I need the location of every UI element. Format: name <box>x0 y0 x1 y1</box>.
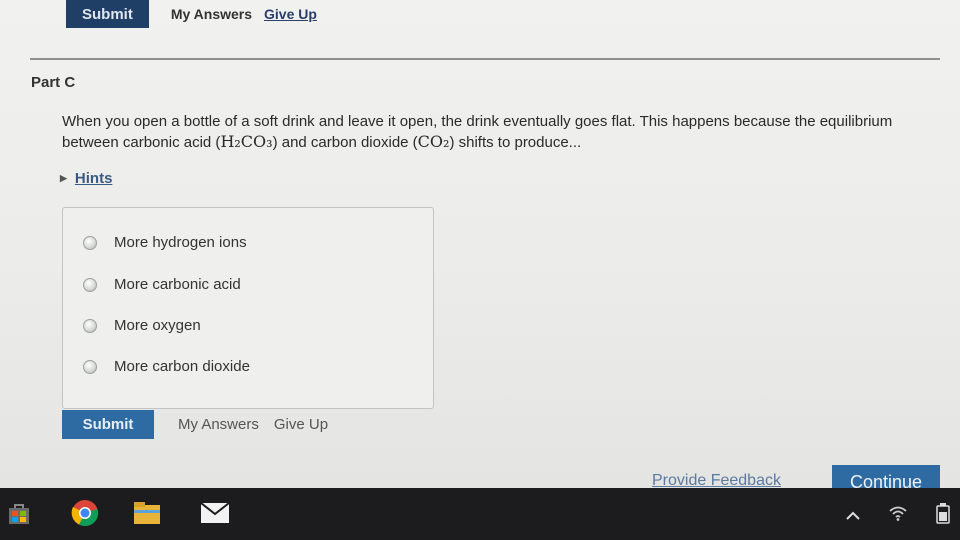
give-up-link[interactable]: Give Up <box>274 416 328 433</box>
formula-carbon-dioxide: CO₂ <box>417 132 450 151</box>
store-icon[interactable] <box>4 498 34 528</box>
chrome-icon[interactable] <box>70 498 100 528</box>
option-label: More carbon dioxide <box>114 358 250 375</box>
submit-button-top[interactable]: Submit <box>66 0 149 28</box>
option-label: More carbonic acid <box>114 276 241 293</box>
section-divider <box>30 58 940 60</box>
chevron-up-icon[interactable] <box>846 507 860 523</box>
option-carbon-dioxide[interactable]: More carbon dioxide <box>83 358 250 375</box>
my-answers-link-top[interactable]: My Answers <box>171 6 252 22</box>
wifi-icon[interactable] <box>888 505 908 524</box>
bottom-action-bar: Submit My Answers Give Up <box>62 410 343 439</box>
part-title: Part C <box>31 74 76 91</box>
system-tray <box>846 502 950 527</box>
answer-options: More hydrogen ions More carbonic acid Mo… <box>62 207 434 409</box>
hints-label: Hints <box>74 170 113 187</box>
page: Submit My Answers Give Up Part C When yo… <box>0 0 960 499</box>
mail-icon[interactable] <box>200 498 230 528</box>
option-label: More hydrogen ions <box>114 234 247 251</box>
question-text: When you open a bottle of a soft drink a… <box>62 112 942 153</box>
option-carbonic-acid[interactable]: More carbonic acid <box>83 276 241 293</box>
folder-icon[interactable] <box>132 498 162 528</box>
radio-button[interactable] <box>83 359 97 374</box>
option-hydrogen-ions[interactable]: More hydrogen ions <box>83 234 247 251</box>
question-text-3: ) shifts to produce... <box>449 134 582 151</box>
hints-toggle[interactable]: ▶ Hints <box>60 170 112 187</box>
battery-icon[interactable] <box>936 502 950 527</box>
caret-right-icon: ▶ <box>60 173 67 183</box>
my-answers-link[interactable]: My Answers <box>178 416 259 433</box>
radio-button[interactable] <box>83 277 97 292</box>
option-oxygen[interactable]: More oxygen <box>83 317 201 334</box>
question-text-2: ) and carbon dioxide ( <box>272 134 418 151</box>
option-label: More oxygen <box>114 317 201 334</box>
radio-button[interactable] <box>83 318 97 333</box>
give-up-link-top[interactable]: Give Up <box>264 6 317 22</box>
radio-button[interactable] <box>83 235 97 250</box>
taskbar <box>0 488 960 540</box>
formula-carbonic-acid: H₂CO₃ <box>220 132 273 151</box>
submit-button[interactable]: Submit <box>62 410 154 439</box>
top-action-bar: Submit My Answers Give Up <box>66 0 329 28</box>
